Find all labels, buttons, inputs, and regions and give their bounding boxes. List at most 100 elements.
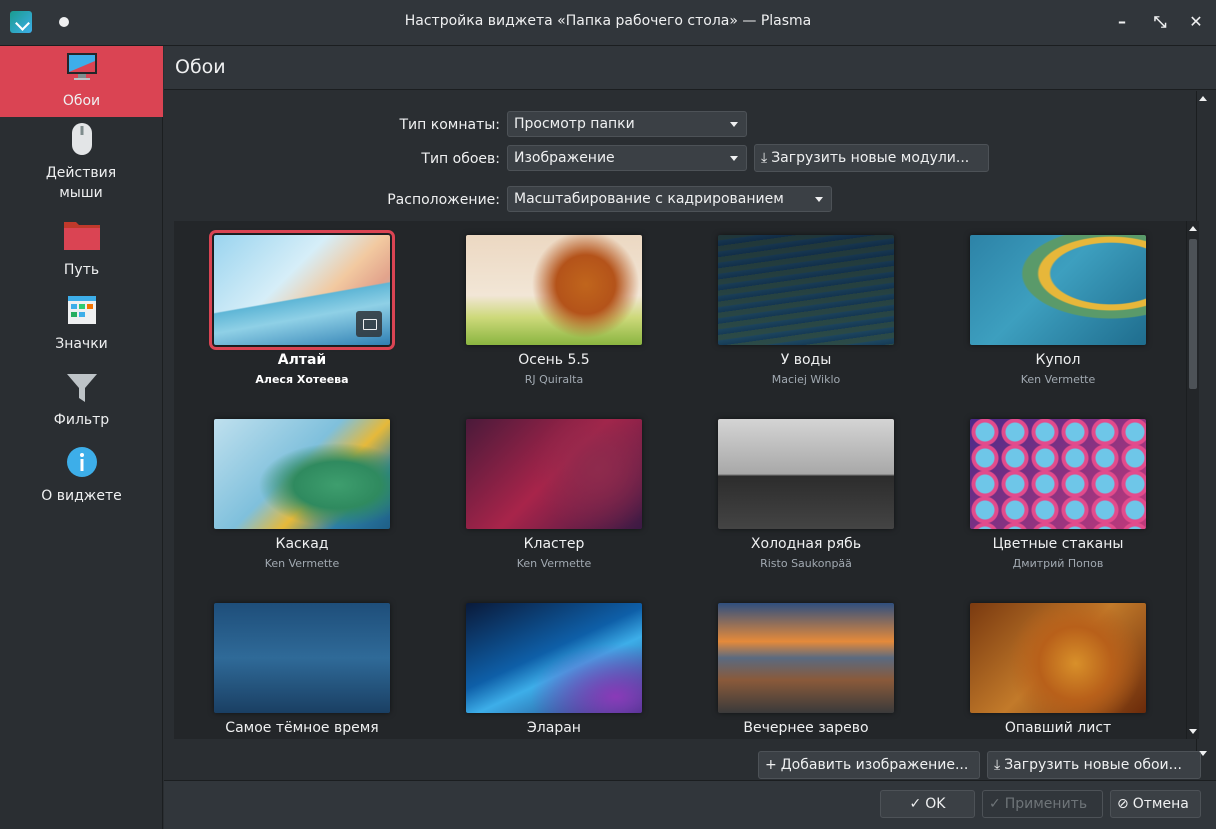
wallpaper-tile[interactable]: Вечернее зарево xyxy=(678,589,908,739)
wallpaper-name: У воды xyxy=(780,352,832,368)
wallpaper-thumbnail xyxy=(718,419,894,529)
wallpaper-grid-scrollbar[interactable] xyxy=(1186,221,1199,739)
add-image-label: Добавить изображение... xyxy=(780,757,969,773)
wallpaper-name: Каскад xyxy=(275,536,329,552)
restore-icon[interactable]: ⤡ xyxy=(1148,10,1172,34)
cancel-button[interactable]: ⊘ Отмена xyxy=(1110,790,1201,818)
download-icon: ⤓ xyxy=(761,150,768,166)
wallpaper-name: Алтай xyxy=(277,352,327,368)
sidebar-item-mouse-actions[interactable]: Действия мыши xyxy=(0,122,163,208)
scroll-up-icon[interactable] xyxy=(1199,96,1207,101)
wallpaper-tile[interactable]: Осень 5.5 RJ Quiralta xyxy=(426,221,656,403)
plus-icon: + xyxy=(765,757,777,773)
wallpaper-author: Ken Vermette xyxy=(264,557,340,570)
chevron-down-icon xyxy=(815,197,823,202)
wallpaper-thumbnail xyxy=(214,603,390,713)
cancel-label: Отмена xyxy=(1132,796,1189,812)
wallpaper-tile[interactable]: Самое тёмное время xyxy=(174,589,404,739)
wallpaper-author: Risto Saukonpää xyxy=(760,557,852,570)
wallpaper-thumbnail xyxy=(466,419,642,529)
wallpaper-type-combobox-value: Изображение xyxy=(514,150,615,166)
positioning-combobox-value: Масштабирование с кадрированием xyxy=(514,191,784,207)
sidebar-item-wallpaper[interactable]: Обои xyxy=(0,46,163,117)
wallpaper-thumbnail xyxy=(970,419,1146,529)
wallpaper-author: Ken Vermette xyxy=(1020,373,1096,386)
wallpaper-author: Ken Vermette xyxy=(516,557,592,570)
positioning-label: Расположение: xyxy=(387,192,500,208)
wallpaper-tile[interactable]: У воды Maciej Wiklo xyxy=(678,221,908,403)
wallpaper-name: Эларан xyxy=(527,720,581,736)
layout-combobox[interactable]: Просмотр папки xyxy=(507,111,747,137)
wallpaper-thumbnail xyxy=(970,235,1146,345)
layout-combobox-value: Просмотр папки xyxy=(514,116,635,132)
wallpaper-thumbnail xyxy=(466,603,642,713)
apply-button[interactable]: ✓ Применить xyxy=(982,790,1103,818)
scrollbar-thumb[interactable] xyxy=(1189,239,1197,389)
monitor-icon xyxy=(66,53,97,80)
wallpaper-tile[interactable]: Опавший лист xyxy=(930,589,1160,739)
page-title: Обои xyxy=(175,56,226,78)
wallpaper-tile[interactable]: Холодная рябь Risto Saukonpää xyxy=(678,405,908,587)
wallpaper-tile[interactable]: Эларан xyxy=(426,589,656,739)
wallpaper-type-label: Тип обоев: xyxy=(421,151,500,167)
sidebar-item-label: Значки xyxy=(55,336,108,352)
checkmark-icon: ✓ xyxy=(989,796,1001,812)
sidebar-item-label: Действия мыши xyxy=(45,165,117,201)
minimize-icon[interactable]: – xyxy=(1110,10,1134,34)
wallpaper-tile[interactable]: Алтай Алеся Хотеева xyxy=(174,221,404,403)
wallpaper-name: Кластер xyxy=(523,536,585,552)
scroll-down-icon[interactable] xyxy=(1189,729,1197,734)
filter-icon xyxy=(66,374,97,402)
wallpaper-name: Купол xyxy=(1035,352,1081,368)
wallpaper-author: Алеся Хотеева xyxy=(255,373,349,386)
wallpaper-tile[interactable]: Кластер Ken Vermette xyxy=(426,405,656,587)
sidebar-item-filter[interactable]: Фильтр xyxy=(0,372,163,438)
sidebar: Обои Действия мыши Путь Значки Фильтр О … xyxy=(0,46,163,829)
get-plugins-button[interactable]: ⤓ Загрузить новые модули... xyxy=(754,144,989,172)
positioning-combobox[interactable]: Масштабирование с кадрированием xyxy=(507,186,832,212)
chevron-down-icon xyxy=(730,122,738,127)
wallpaper-author: Дмитрий Попов xyxy=(1012,557,1104,570)
wallpaper-author: Maciej Wiklo xyxy=(771,373,841,386)
layout-label: Тип комнаты: xyxy=(399,117,501,133)
ok-button[interactable]: ✓ OK xyxy=(880,790,975,818)
get-wallpapers-button[interactable]: ⤓ Загрузить новые обои... xyxy=(987,751,1201,779)
wallpaper-thumbnail xyxy=(209,230,395,350)
wallpaper-grid: Алтай Алеся Хотеева Осень 5.5 RJ Quiralt… xyxy=(174,221,1186,739)
open-folder-icon[interactable] xyxy=(356,311,382,337)
get-wallpapers-label: Загрузить новые обои... xyxy=(1004,757,1182,773)
wallpaper-thumbnail xyxy=(718,603,894,713)
folder-icon xyxy=(63,222,100,250)
wallpaper-tile[interactable]: Купол Ken Vermette xyxy=(930,221,1160,403)
scroll-up-icon[interactable] xyxy=(1189,226,1197,231)
sidebar-item-about[interactable]: О виджете xyxy=(0,446,163,512)
sidebar-item-label: Фильтр xyxy=(53,412,110,428)
get-plugins-label: Загрузить новые модули... xyxy=(771,150,970,166)
sidebar-item-location[interactable]: Путь xyxy=(0,220,163,286)
sidebar-item-label: Обои xyxy=(62,93,101,109)
wallpaper-tile[interactable]: Цветные стаканы Дмитрий Попов xyxy=(930,405,1160,587)
chevron-down-icon xyxy=(730,156,738,161)
checkmark-icon: ✓ xyxy=(909,796,922,812)
wallpaper-type-combobox[interactable]: Изображение xyxy=(507,145,747,171)
wallpaper-name: Осень 5.5 xyxy=(518,352,590,368)
ok-label: OK xyxy=(925,796,946,812)
cancel-icon: ⊘ xyxy=(1117,796,1129,812)
wallpaper-author: RJ Quiralta xyxy=(524,373,584,386)
wallpaper-thumbnail xyxy=(718,235,894,345)
close-icon[interactable]: ✕ xyxy=(1184,10,1208,34)
wallpaper-thumbnail xyxy=(970,603,1146,713)
wallpaper-name: Самое тёмное время xyxy=(225,720,379,736)
wallpaper-name: Вечернее зарево xyxy=(743,720,869,736)
info-icon xyxy=(66,447,97,477)
sidebar-item-icons[interactable]: Значки xyxy=(0,296,163,362)
wallpaper-name: Опавший лист xyxy=(1004,720,1112,736)
sidebar-item-label: О виджете xyxy=(41,488,122,504)
add-image-button[interactable]: + Добавить изображение... xyxy=(758,751,980,779)
sidebar-item-label: Путь xyxy=(63,262,100,278)
wallpaper-tile[interactable]: Каскад Ken Vermette xyxy=(174,405,404,587)
wallpaper-name: Холодная рябь xyxy=(750,536,862,552)
window-title: Настройка виджета «Папка рабочего стола»… xyxy=(404,13,812,29)
apply-label: Применить xyxy=(1004,796,1088,812)
wallpaper-thumbnail xyxy=(466,235,642,345)
